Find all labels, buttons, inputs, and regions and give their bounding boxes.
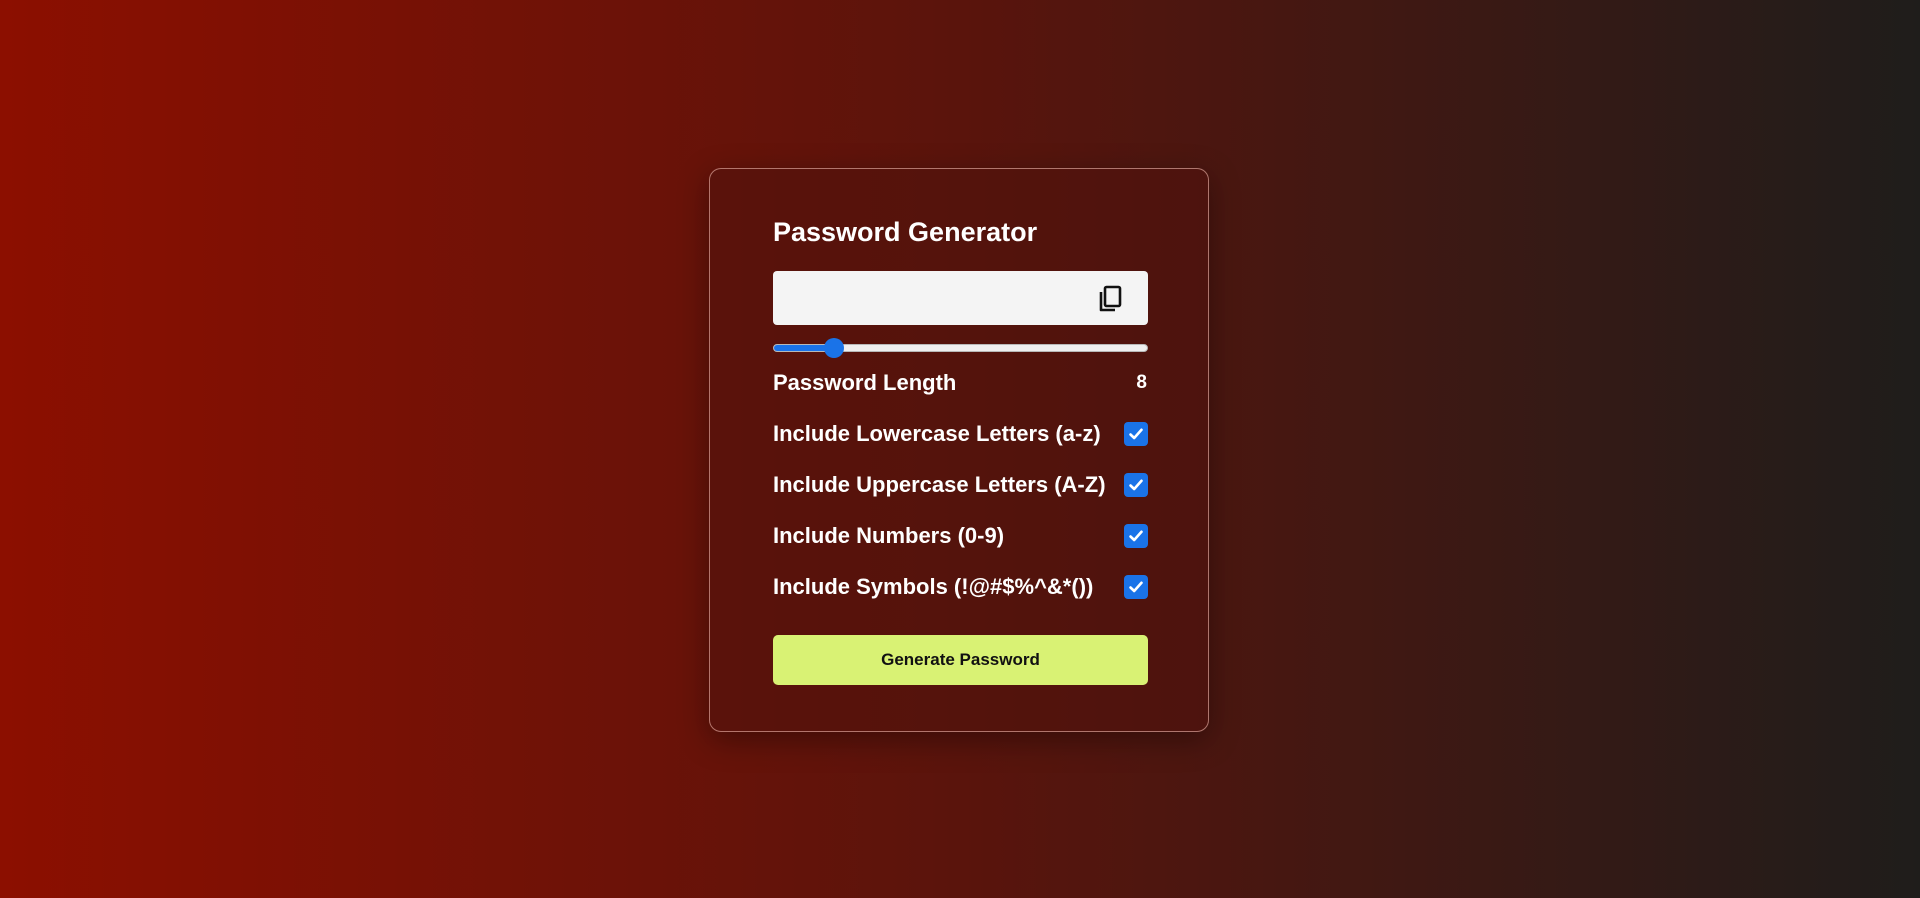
checkmark-icon [1129,428,1143,440]
lowercase-checkbox[interactable] [1124,422,1148,446]
option-uppercase[interactable]: Include Uppercase Letters (A-Z) [773,470,1148,500]
generate-password-button[interactable]: Generate Password [773,635,1148,685]
option-numbers-label: Include Numbers (0-9) [773,523,1005,548]
symbols-checkbox[interactable] [1124,575,1148,599]
copy-icon [1099,285,1122,312]
password-output-field[interactable] [773,271,1093,325]
length-value: 8 [1136,372,1147,393]
copy-button[interactable] [1096,284,1126,314]
option-numbers[interactable]: Include Numbers (0-9) [773,521,1148,551]
password-generator-card: Password Generator Password Length 8 Inc… [709,168,1209,732]
length-label: Password Length [773,370,957,395]
option-symbols[interactable]: Include Symbols (!@#$%^&*()) [773,572,1148,602]
checkmark-icon [1129,581,1143,593]
slider-thumb[interactable] [823,338,844,358]
option-lowercase[interactable]: Include Lowercase Letters (a-z) [773,419,1148,449]
option-lowercase-label: Include Lowercase Letters (a-z) [773,421,1101,446]
checkmark-icon [1129,530,1143,542]
password-output-box [773,271,1148,325]
length-slider[interactable] [773,338,1148,358]
option-uppercase-label: Include Uppercase Letters (A-Z) [773,472,1106,497]
page-title: Password Generator [773,217,1038,247]
checkmark-icon [1129,479,1143,491]
numbers-checkbox[interactable] [1124,524,1148,548]
option-symbols-label: Include Symbols (!@#$%^&*()) [773,574,1094,599]
uppercase-checkbox[interactable] [1124,473,1148,497]
length-row: Password Length 8 [773,368,1148,398]
